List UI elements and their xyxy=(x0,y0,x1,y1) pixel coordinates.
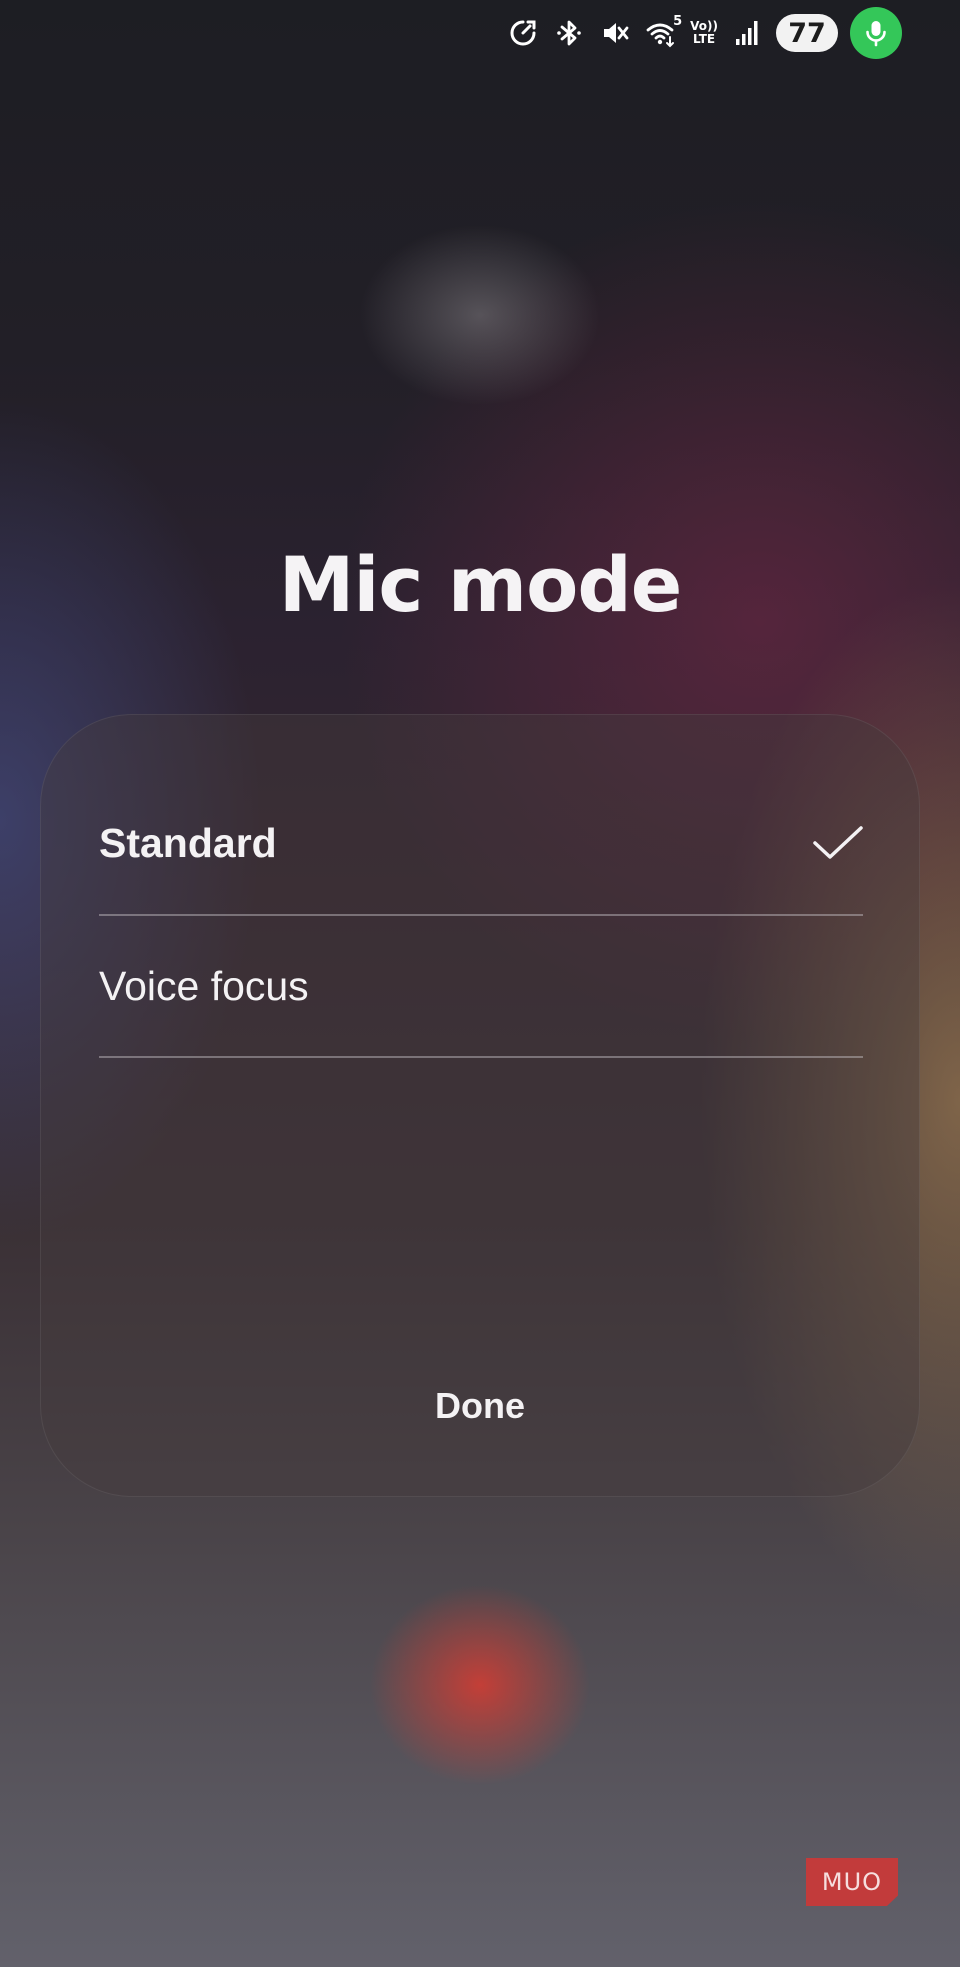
battery-level: 77 xyxy=(788,17,826,49)
mic-mode-panel: Standard Voice focus Done xyxy=(40,714,920,1497)
wifi-5g-icon: 5 xyxy=(644,14,682,50)
page-title: Mic mode xyxy=(278,540,683,629)
data-saver-icon xyxy=(506,16,540,50)
volte-icon: Vo)) LTE xyxy=(690,20,718,46)
option-voice-focus[interactable]: Voice focus xyxy=(99,916,863,1058)
logo-text: MUO xyxy=(821,1868,883,1896)
done-button[interactable]: Done xyxy=(41,1356,919,1456)
battery-icon: 77 xyxy=(776,14,838,52)
status-bar: 5 Vo)) LTE 77 xyxy=(506,7,902,59)
signal-icon xyxy=(730,16,764,50)
bluetooth-icon xyxy=(552,16,586,50)
option-standard[interactable]: Standard xyxy=(99,715,863,916)
mic-active-icon xyxy=(850,7,902,59)
volte-bottom-label: LTE xyxy=(693,32,716,46)
muo-logo: MUO xyxy=(806,1858,898,1906)
option-label: Standard xyxy=(99,820,277,866)
wifi-label: 5 xyxy=(673,14,683,29)
option-label: Voice focus xyxy=(99,962,309,1009)
vibrate-mute-icon xyxy=(598,16,632,50)
checkmark-icon xyxy=(813,826,863,859)
option-list: Standard Voice focus xyxy=(99,715,863,1058)
